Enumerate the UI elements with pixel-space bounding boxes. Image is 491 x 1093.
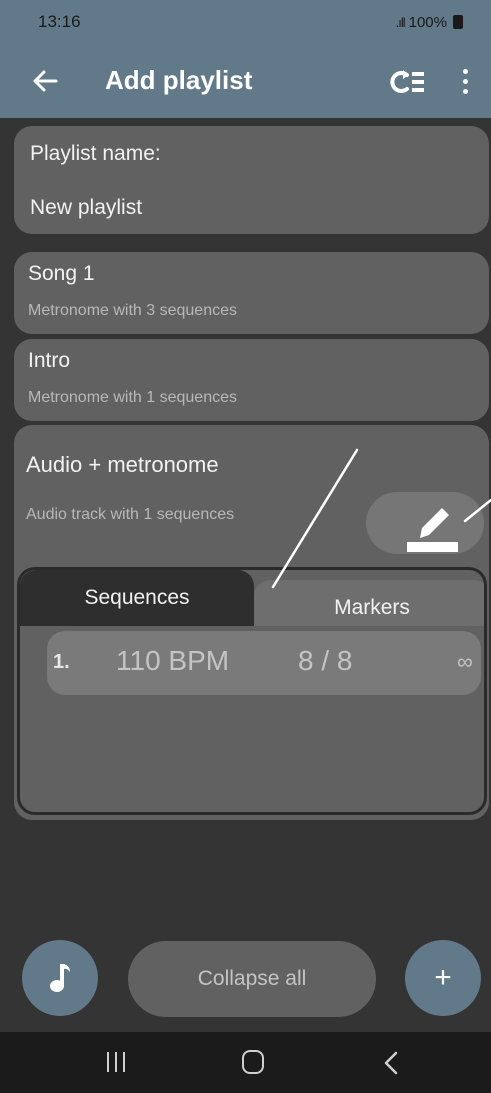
app-bar: Add playlist — [0, 44, 491, 118]
pencil-icon — [407, 508, 458, 552]
song-card[interactable]: Song 1 Metronome with 3 sequences — [14, 252, 489, 334]
signal-icon: .ıll — [395, 14, 406, 30]
song-subtitle: Metronome with 3 sequences — [28, 302, 237, 319]
playlist-name-label: Playlist name: — [30, 142, 161, 165]
add-button[interactable]: + — [405, 940, 481, 1016]
music-note-icon — [50, 964, 70, 992]
sequence-time-signature: 8 / 8 — [298, 645, 353, 676]
sequence-index: 1. — [53, 651, 70, 673]
song-subtitle: Audio track with 1 sequences — [26, 506, 235, 523]
song-title: Song 1 — [28, 262, 95, 285]
playlist-name-field[interactable]: New playlist — [30, 196, 142, 220]
sequence-bpm: 110 BPM — [116, 645, 230, 676]
song-subtitle: Metronome with 1 sequences — [28, 389, 237, 406]
more-vertical-icon[interactable] — [455, 64, 475, 98]
tab-markers[interactable]: Markers — [254, 580, 484, 626]
sequences-panel: Sequences Markers 1. 110 BPM 8 / 8 ∞ — [17, 567, 487, 815]
expanded-song-card[interactable]: Audio + metronome Audio track with 1 seq… — [14, 425, 489, 820]
convert-list-icon[interactable] — [390, 66, 430, 98]
sequence-row[interactable]: 1. 110 BPM 8 / 8 ∞ — [47, 631, 481, 695]
sequence-repeat: ∞ — [457, 649, 473, 674]
battery-level: 100% — [408, 13, 447, 31]
back-chevron-icon[interactable] — [382, 1050, 400, 1076]
playlist-name-card[interactable]: Playlist name: New playlist — [14, 126, 489, 234]
battery-icon — [453, 15, 463, 29]
song-card[interactable]: Intro Metronome with 1 sequences — [14, 339, 489, 421]
home-icon[interactable] — [242, 1050, 264, 1074]
recent-apps-icon[interactable] — [107, 1052, 127, 1072]
edit-song-button[interactable] — [366, 492, 484, 554]
status-time: 13:16 — [38, 12, 81, 31]
back-arrow-icon[interactable] — [30, 66, 60, 96]
status-indicators: .ıll 100% — [396, 14, 463, 31]
status-bar: 13:16 .ıll 100% — [0, 0, 491, 44]
song-title: Intro — [28, 349, 71, 372]
add-song-button[interactable] — [22, 940, 98, 1016]
sequence-list: 1. 110 BPM 8 / 8 ∞ — [20, 626, 484, 812]
system-nav-bar — [0, 1032, 491, 1093]
page-title: Add playlist — [105, 65, 253, 95]
collapse-all-button[interactable]: Collapse all — [128, 941, 376, 1017]
song-title: Audio + metronome — [26, 452, 219, 477]
tab-sequences[interactable]: Sequences — [20, 570, 254, 626]
